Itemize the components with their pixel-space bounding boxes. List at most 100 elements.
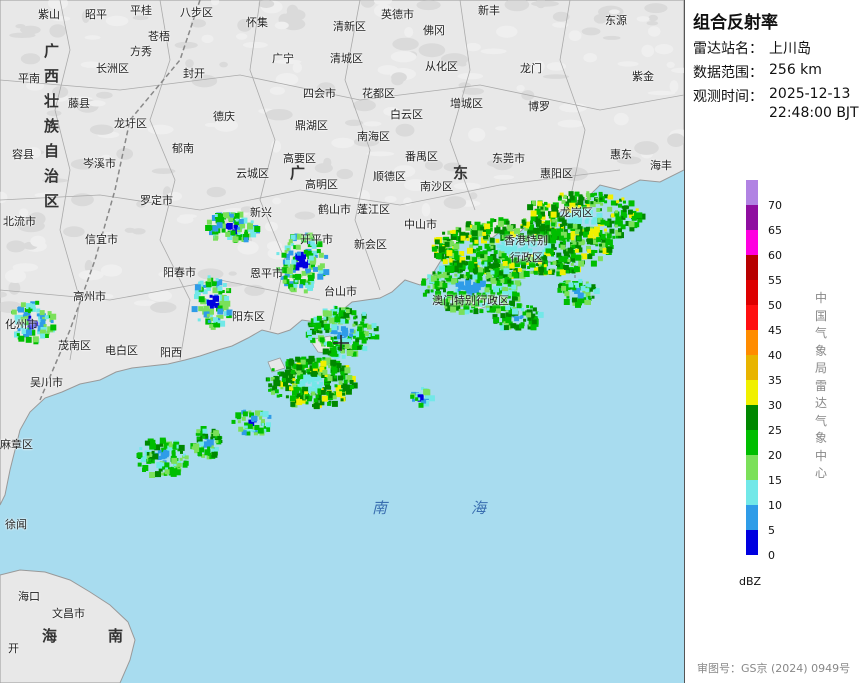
echo-pixel — [276, 252, 280, 256]
terrain-patch — [646, 21, 659, 26]
echo-pixel — [292, 378, 296, 382]
echo-pixel — [604, 228, 607, 232]
place-label: 蓬江区 — [357, 203, 390, 216]
echo-pixel — [615, 210, 618, 214]
echo-pixel — [427, 285, 431, 289]
echo-pixel — [451, 229, 456, 234]
terrain-patch — [20, 53, 41, 65]
place-label: 龙岗区 — [560, 206, 593, 219]
echo-pixel — [295, 356, 301, 362]
echo-pixel — [317, 273, 324, 280]
echo-pixel — [540, 206, 544, 210]
echo-pixel — [530, 270, 534, 274]
echo-pixel — [471, 230, 478, 237]
echo-pixel — [238, 426, 244, 432]
echo-pixel — [567, 247, 574, 254]
echo-pixel — [496, 308, 501, 314]
echo-pixel — [316, 330, 320, 334]
echo-pixel — [584, 299, 590, 305]
echo-pixel — [157, 450, 161, 454]
echo-pixel — [162, 466, 166, 470]
echo-pixel — [330, 336, 334, 340]
echo-pixel — [570, 253, 576, 259]
echo-pixel — [480, 254, 485, 259]
map-approval-number: 审图号：GS京 (2024) 0949号 — [697, 662, 851, 675]
echo-pixel — [574, 191, 580, 197]
echo-pixel — [340, 371, 345, 376]
echo-pixel — [597, 256, 603, 262]
echo-pixel — [323, 316, 327, 320]
terrain-patch — [8, 281, 21, 295]
echo-pixel — [325, 391, 329, 395]
terrain-patch — [228, 271, 237, 276]
echo-pixel — [561, 285, 567, 291]
echo-pixel — [502, 261, 508, 266]
echo-pixel — [315, 395, 319, 398]
legend-label-65: 65 — [768, 224, 782, 237]
terrain-patch — [496, 25, 518, 38]
terrain-patch — [416, 0, 441, 11]
echo-pixel — [198, 452, 202, 457]
echo-pixel — [362, 346, 368, 352]
echo-pixel — [473, 309, 479, 315]
place-label: 澳门特别行政区 — [432, 294, 509, 307]
legend-unit: dBZ — [739, 575, 762, 588]
echo-pixel — [342, 386, 348, 392]
place-label: 怀集 — [246, 16, 268, 29]
echo-pixel — [567, 259, 571, 262]
echo-pixel — [16, 333, 20, 337]
terrain-patch — [12, 263, 39, 272]
terrain-patch — [602, 35, 621, 40]
place-label: 行政区 — [510, 251, 543, 264]
echo-pixel — [585, 283, 589, 287]
region-label: 海 — [42, 627, 58, 645]
echo-pixel — [262, 411, 269, 418]
echo-pixel — [515, 292, 520, 297]
echo-pixel — [520, 322, 525, 327]
place-label: 平南 — [18, 72, 40, 85]
echo-pixel — [572, 223, 578, 229]
terrain-patch — [404, 26, 414, 38]
echo-pixel — [574, 248, 579, 253]
echo-pixel — [246, 431, 251, 436]
echo-pixel — [183, 460, 189, 466]
place-label: 台山市 — [324, 285, 357, 298]
echo-pixel — [205, 225, 212, 231]
echo-pixel — [609, 228, 615, 234]
echo-pixel — [289, 287, 294, 292]
echo-pixel — [530, 220, 534, 224]
terrain-patch — [105, 15, 129, 27]
echo-pixel — [599, 243, 602, 247]
echo-pixel — [319, 337, 325, 343]
echo-pixel — [224, 295, 230, 301]
echo-pixel — [453, 243, 460, 250]
place-label: 鼎湖区 — [295, 119, 328, 132]
echo-pixel — [164, 462, 170, 468]
echo-pixel — [445, 267, 448, 271]
product-title: 组合反射率 — [693, 13, 778, 33]
echo-pixel — [586, 238, 593, 245]
echo-pixel — [590, 260, 597, 267]
echo-pixel — [594, 250, 598, 253]
terrain-patch — [391, 72, 407, 83]
place-label: 电白区 — [105, 344, 138, 357]
echo-pixel — [333, 375, 337, 379]
echo-pixel — [305, 282, 309, 286]
legend-swatch-30 — [746, 380, 758, 405]
echo-pixel — [611, 220, 615, 224]
terrain-patch — [116, 148, 134, 160]
echo-pixel — [198, 296, 205, 303]
region-label: 区 — [44, 192, 60, 210]
echo-pixel — [294, 279, 298, 283]
place-label: 长洲区 — [96, 62, 129, 75]
place-label: 增城区 — [450, 97, 483, 110]
place-label: 鹤山市 — [318, 203, 351, 216]
terrain-patch — [63, 226, 85, 238]
echo-pixel — [290, 234, 296, 240]
echo-pixel — [217, 435, 222, 440]
echo-pixel — [474, 239, 479, 244]
echo-pixel — [434, 280, 440, 286]
echo-pixel — [496, 244, 501, 249]
radar-map[interactable]: 紫山 昭平 平桂 八步区 怀集 清新区 英德市 佛冈 新丰 东源 苍梧 方秀 长洲区 封开 广宁 清城区 从化区… — [0, 0, 685, 683]
echo-pixel — [207, 277, 212, 282]
